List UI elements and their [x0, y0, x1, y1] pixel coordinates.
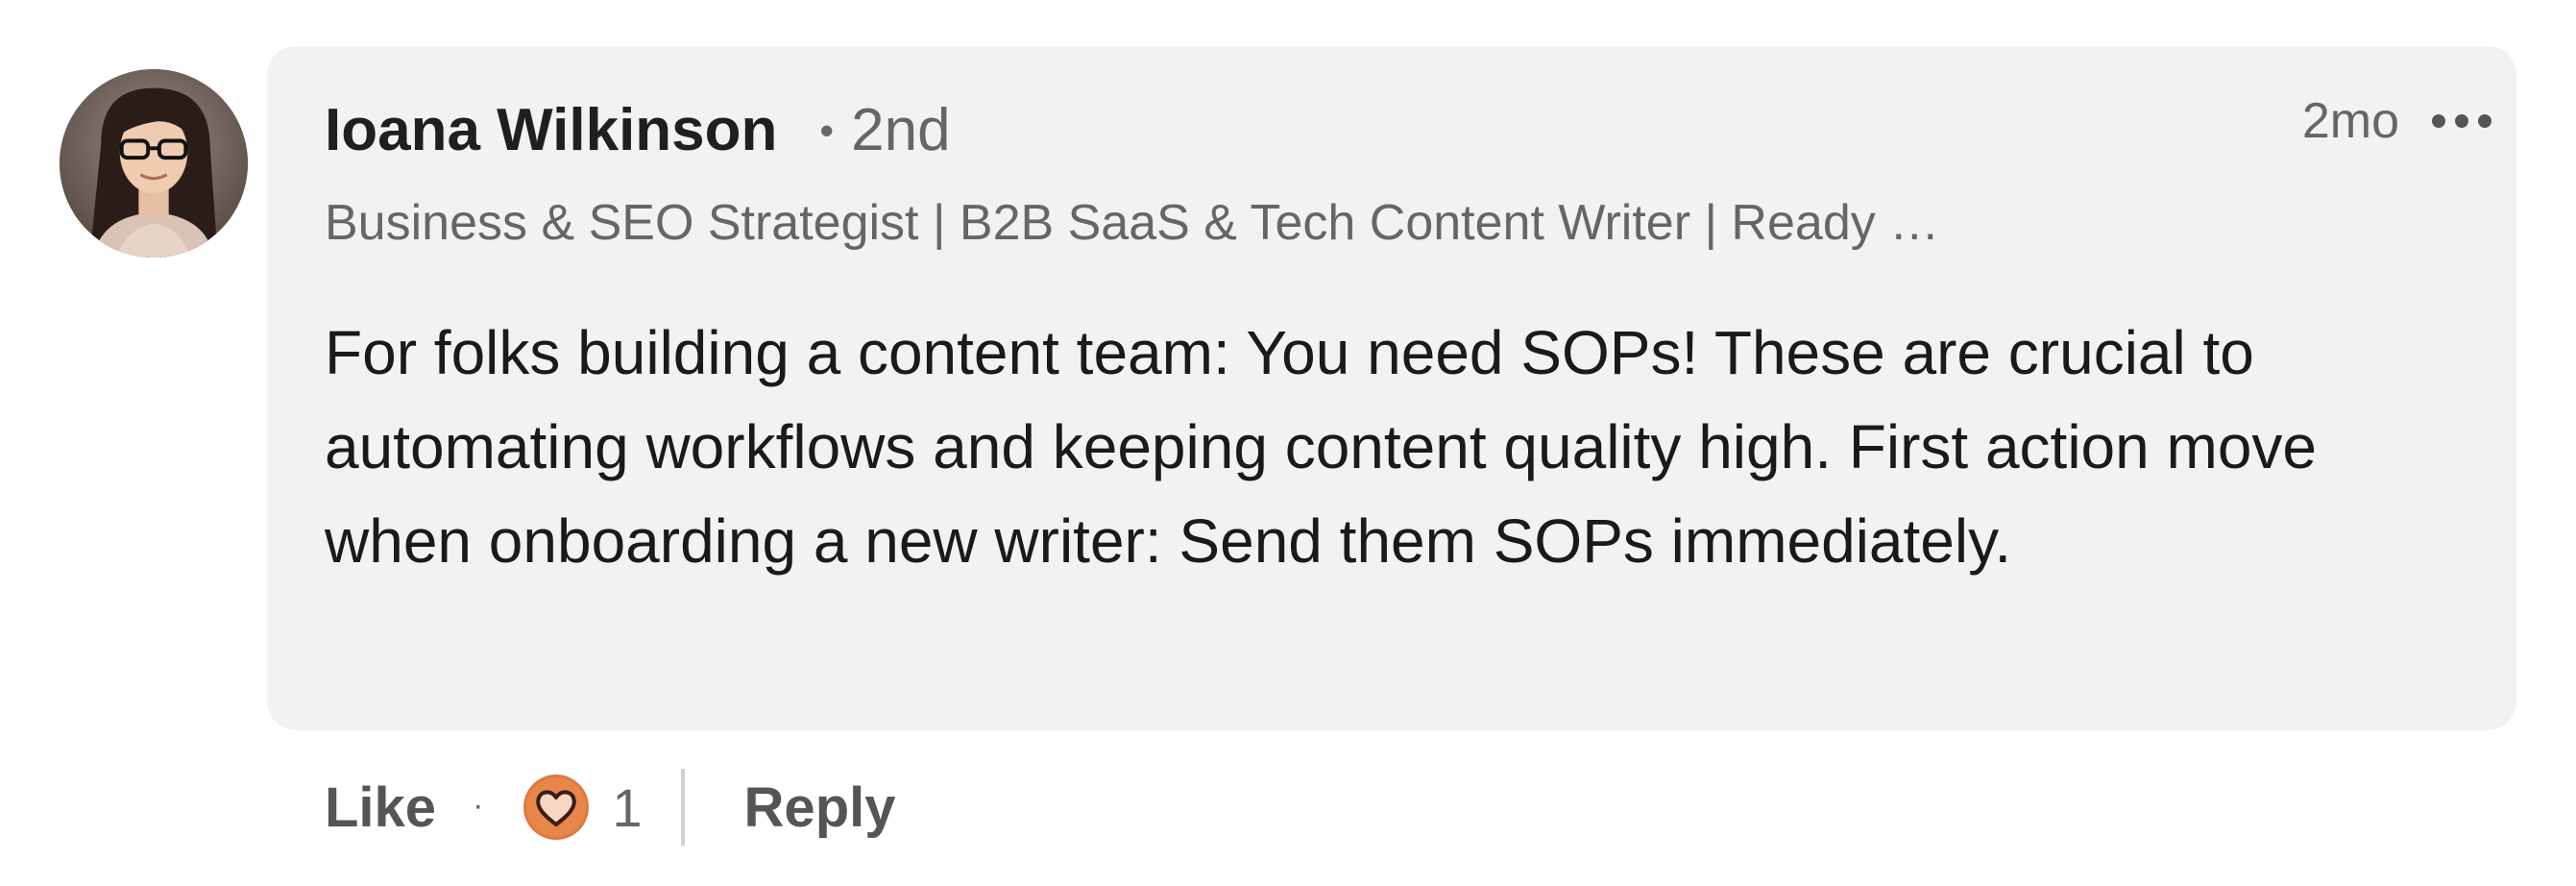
author-separator-dot: • — [819, 108, 835, 153]
love-reaction-icon[interactable] — [522, 773, 591, 842]
more-horizontal-icon[interactable] — [2428, 92, 2495, 150]
comment-page: Ioana Wilkinson • 2nd 2mo Business & SEO… — [0, 0, 2576, 886]
comment-body: For folks building a content team: You n… — [325, 318, 2317, 576]
author-avatar[interactable] — [60, 69, 248, 258]
connection-degree: 2nd — [851, 97, 951, 163]
author-name[interactable]: Ioana Wilkinson — [325, 96, 777, 164]
avatar-photo — [60, 69, 248, 258]
like-button[interactable]: Like — [325, 775, 436, 840]
author-line: Ioana Wilkinson • 2nd — [325, 96, 951, 164]
comment-timestamp: 2mo — [2301, 93, 2399, 149]
actions-separator-dot: · — [473, 786, 484, 824]
reply-button[interactable]: Reply — [744, 775, 896, 840]
comment-actions: Like · 1 Reply — [325, 769, 896, 846]
reaction-count[interactable]: 1 — [612, 776, 642, 839]
author-headline: Business & SEO Strategist | B2B SaaS & T… — [325, 195, 1940, 251]
comment-meta: 2mo — [2302, 92, 2495, 150]
actions-divider — [680, 769, 685, 846]
